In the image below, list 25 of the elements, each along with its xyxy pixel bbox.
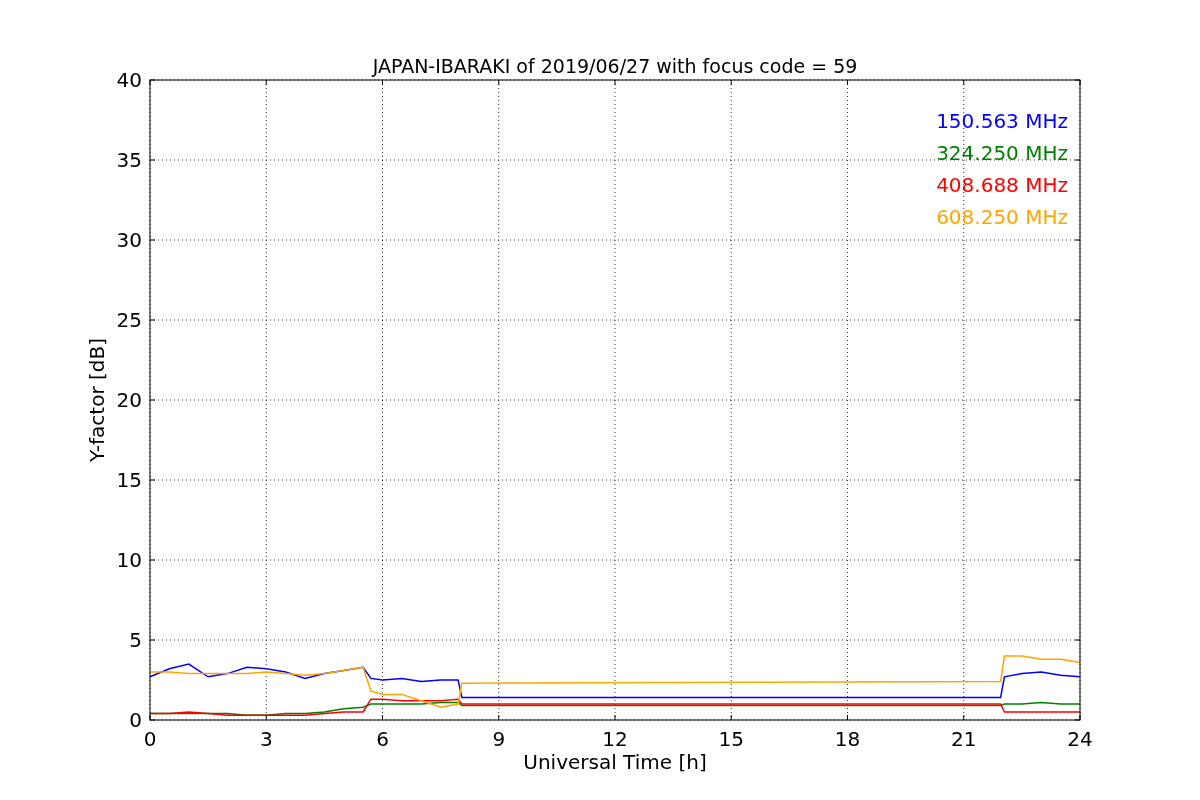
tick-label: 30 xyxy=(116,228,142,252)
tick-label: 25 xyxy=(116,308,142,332)
legend-label: 608.250 MHz xyxy=(936,205,1068,229)
x-axis-label: Universal Time [h] xyxy=(523,750,707,774)
tick-label: 0 xyxy=(129,708,142,732)
tick-label: 21 xyxy=(951,727,977,751)
tick-label: 24 xyxy=(1067,727,1093,751)
tick-label: 40 xyxy=(116,68,142,92)
tick-label: 0 xyxy=(143,727,157,751)
tick-label: 6 xyxy=(376,727,389,751)
legend-label: 150.563 MHz xyxy=(936,109,1068,133)
tick-label: 3 xyxy=(259,727,273,751)
tick-label: 18 xyxy=(834,727,861,751)
legend-label: 324.250 MHz xyxy=(936,141,1068,165)
tick-label: 15 xyxy=(116,468,142,492)
legend-label: 408.688 MHz xyxy=(936,173,1068,197)
tick-label: 15 xyxy=(718,727,744,751)
tick-label: 12 xyxy=(602,727,628,751)
tick-label: 5 xyxy=(129,628,142,652)
tick-label: 20 xyxy=(116,388,142,412)
tick-label: 35 xyxy=(116,148,142,172)
y-axis-label: Y-factor [dB] xyxy=(85,338,109,462)
tick-label: 9 xyxy=(492,727,506,751)
chart-title: JAPAN-IBARAKI of 2019/06/27 with focus code = 59 xyxy=(372,55,858,77)
tick-label: 10 xyxy=(116,548,142,572)
